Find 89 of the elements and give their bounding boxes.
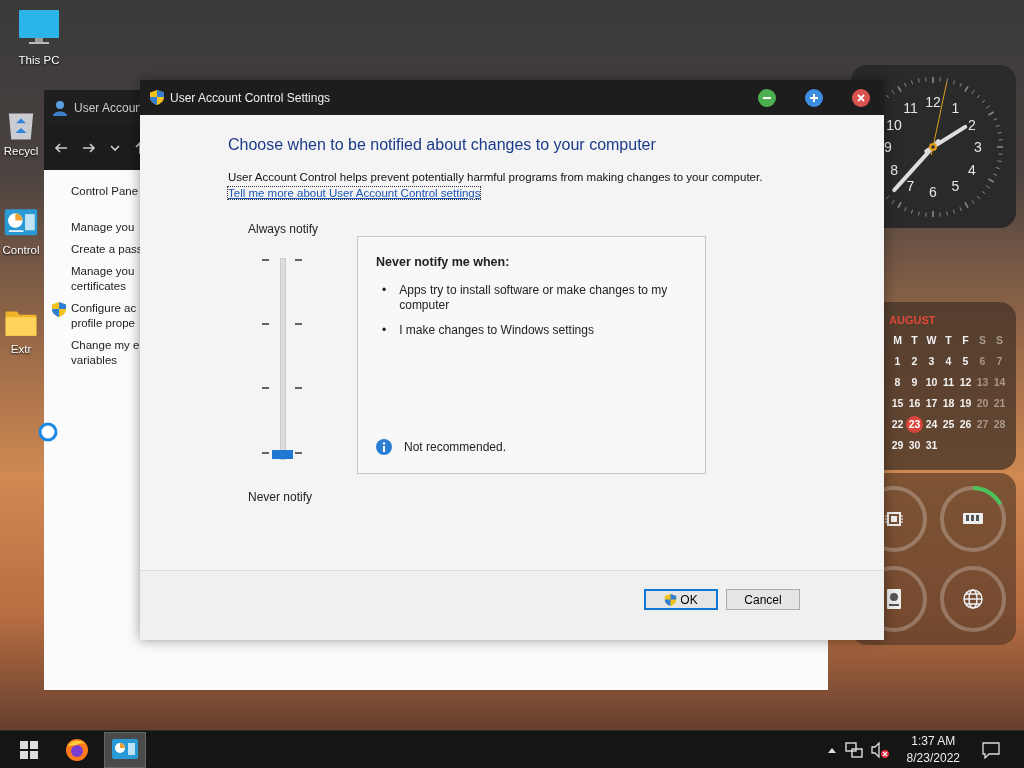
calendar-day[interactable]: 8 [889, 374, 906, 391]
calendar-day[interactable]: 10 [923, 374, 940, 391]
weekday-label: M [892, 333, 903, 348]
globe-icon [961, 588, 984, 610]
weekday-label: S [995, 333, 1004, 348]
calendar-day[interactable]: 29 [889, 437, 906, 454]
slider-thumb[interactable] [272, 450, 293, 459]
clock-number: 8 [890, 161, 898, 178]
desktop-icon-label[interactable]: Extr [10, 343, 32, 355]
forward-arrow-icon[interactable] [82, 141, 96, 155]
network-icon[interactable] [844, 740, 863, 759]
weekday-label: S [978, 333, 987, 348]
warning-note: Not recommended. [404, 440, 507, 454]
bullet-item: I make changes to Windows settings [399, 323, 594, 338]
user-icon [52, 100, 68, 116]
desktop-icon-label[interactable]: Control [2, 244, 40, 256]
calendar-day[interactable]: 11 [940, 374, 957, 391]
gauge-ring-drawing [939, 486, 1006, 552]
chevron-down-icon[interactable] [110, 143, 120, 153]
calendar-day[interactable]: 18 [940, 395, 957, 412]
desktop-icon-label[interactable]: Recycl [3, 145, 39, 157]
calendar-day[interactable]: 24 [923, 416, 940, 433]
clock-number: 3 [974, 139, 982, 155]
close-icon[interactable] [852, 88, 870, 107]
back-arrow-icon[interactable] [54, 141, 68, 155]
calendar-day[interactable]: 5 [957, 353, 974, 370]
sidebar-link[interactable]: Configure ac profile prope [71, 301, 137, 331]
notification-icon[interactable] [982, 740, 1000, 759]
calendar-day[interactable]: 15 [889, 395, 906, 412]
calendar-day[interactable]: 30 [906, 437, 923, 454]
calendar-day[interactable]: 22 [889, 416, 906, 433]
taskbar-button[interactable] [104, 731, 146, 768]
calendar-day[interactable]: 9 [906, 374, 923, 391]
sidebar-link[interactable]: Change my e variables [71, 338, 140, 368]
calendar-day[interactable]: 26 [957, 416, 974, 433]
slider-top-label: Always notify [248, 222, 320, 236]
maximize-icon[interactable] [805, 88, 823, 107]
clock-number: 5 [951, 177, 960, 194]
shield-icon [149, 89, 165, 106]
weekday-label: F [961, 333, 970, 348]
calendar-day[interactable]: 25 [940, 416, 957, 433]
taskbar-time[interactable]: 1:37 AM [911, 732, 956, 750]
description-text: User Account Control helps prevent potentially harmful programs from making changes to your computer. [228, 171, 764, 183]
clock-number: 2 [968, 116, 976, 133]
bullet-marker: • [382, 283, 387, 299]
clock-number: 9 [884, 139, 892, 155]
volume-muted-icon[interactable] [870, 740, 889, 759]
month-label: AUGUST [889, 314, 937, 326]
weekday-label: T [910, 333, 919, 348]
clock-number: 4 [968, 161, 976, 178]
weekday-label: W [925, 333, 938, 348]
calendar-day[interactable]: 17 [923, 395, 940, 412]
clock-number: 6 [929, 184, 937, 200]
sidebar-link[interactable]: Manage you certificates [71, 264, 135, 294]
sidebar-link[interactable]: Control Pane [71, 184, 139, 199]
window-title: User Account Control Settings [170, 90, 332, 105]
calendar-day[interactable]: 31 [923, 437, 940, 454]
bullet-item: Apps try to install software or make changes to my computer [399, 283, 669, 313]
calendar-day[interactable]: 3 [923, 353, 940, 370]
dialog-button[interactable]: Cancel [726, 589, 800, 610]
gauge-ring [939, 566, 1006, 632]
calendar-day[interactable]: 12 [957, 374, 974, 391]
bullet-marker: • [382, 323, 387, 338]
shield-icon [51, 301, 67, 318]
sidebar-link[interactable]: Manage you [71, 220, 135, 235]
calendar-day[interactable]: 1 [889, 353, 906, 370]
start-icon [19, 739, 39, 760]
slider-bottom-label: Never notify [248, 490, 314, 504]
browser-icon [65, 737, 89, 762]
clock-number: 1 [951, 100, 960, 117]
info-heading: Never notify me when: [376, 255, 511, 269]
weekday-label: T [944, 333, 953, 348]
desktop-icon-label[interactable]: This PC [18, 54, 60, 66]
clock-number: 10 [886, 116, 902, 133]
calendar-day[interactable]: 23 [906, 416, 923, 433]
dialog-heading: Choose when to be notified about changes to your computer [228, 136, 657, 154]
help-link[interactable]: Tell me more about User Account Control settings [228, 187, 481, 199]
taskbar-date[interactable]: 8/23/2022 [906, 749, 960, 767]
calendar-day[interactable]: 2 [906, 353, 923, 370]
clock-number: 7 [906, 177, 915, 194]
calendar-day[interactable]: 19 [957, 395, 974, 412]
calendar-day[interactable]: 16 [906, 395, 923, 412]
calendar-day[interactable]: 4 [940, 353, 957, 370]
info-icon [376, 439, 392, 455]
shield-icon [664, 592, 678, 607]
minimize-icon[interactable] [758, 88, 776, 107]
dialog-button[interactable]: OK [644, 589, 718, 610]
clock-number: 12 [925, 94, 941, 110]
clock-number: 11 [903, 100, 918, 117]
